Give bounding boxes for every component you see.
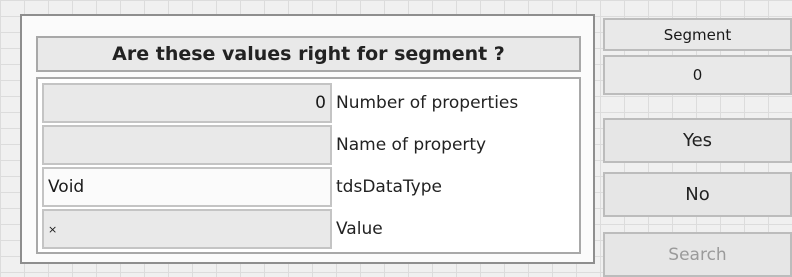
property-row-count: 0 Number of properties <box>42 83 572 123</box>
tds-data-type-field[interactable]: Void <box>42 167 332 207</box>
value-field[interactable]: × <box>42 209 332 249</box>
segment-value: 0 <box>603 55 792 95</box>
property-row-name: Name of property <box>42 125 572 165</box>
yes-button[interactable]: Yes <box>603 118 792 163</box>
number-of-properties-field[interactable]: 0 <box>42 83 332 123</box>
value-label: Value <box>336 219 383 239</box>
dialog-title: Are these values right for segment ? <box>36 36 581 72</box>
search-button[interactable]: Search <box>603 232 792 277</box>
confirmation-panel: Are these values right for segment ? 0 N… <box>20 14 595 264</box>
segment-header: Segment <box>603 18 792 51</box>
tds-data-type-label: tdsDataType <box>336 177 442 197</box>
properties-table: 0 Number of properties Name of property … <box>36 77 581 254</box>
name-of-property-field[interactable] <box>42 125 332 165</box>
property-row-value: × Value <box>42 209 572 249</box>
name-of-property-label: Name of property <box>336 135 487 155</box>
number-of-properties-label: Number of properties <box>336 93 519 113</box>
property-row-datatype: Void tdsDataType <box>42 167 572 207</box>
no-button[interactable]: No <box>603 172 792 217</box>
